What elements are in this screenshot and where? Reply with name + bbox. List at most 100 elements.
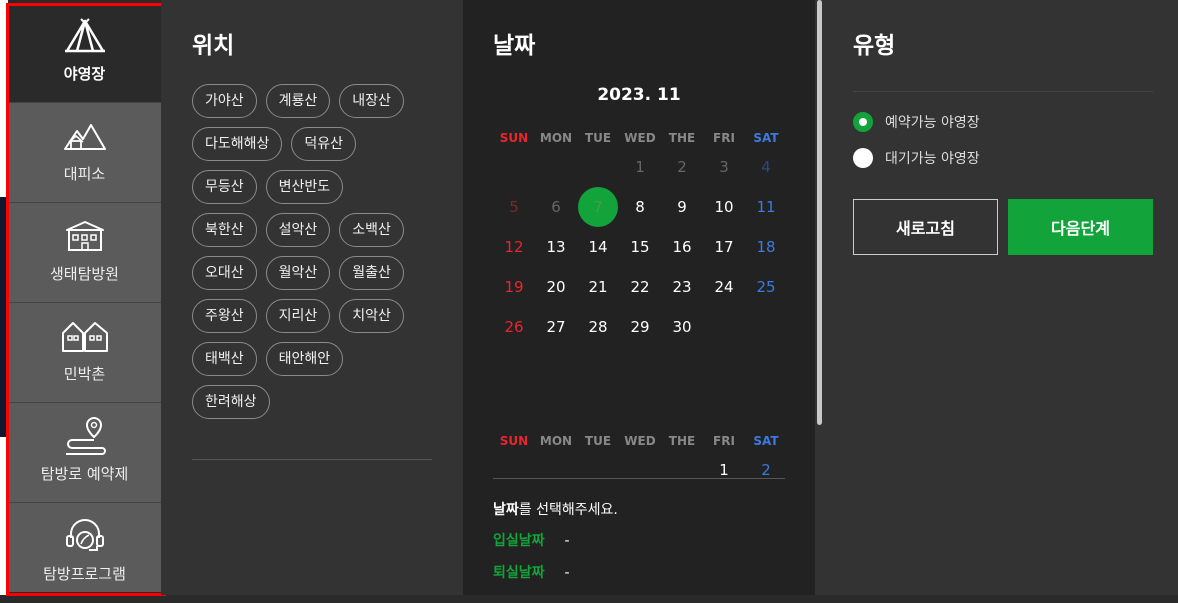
sidebar-item-label: 탐방프로그램 xyxy=(43,565,126,583)
location-tag[interactable]: 지리산 xyxy=(265,299,331,333)
calendar-day[interactable]: 12 xyxy=(493,227,535,267)
calendar-week-row: 5 6 7 8 9 10 11 xyxy=(493,187,787,227)
calendar-day[interactable]: 15 xyxy=(619,227,661,267)
type-panel: 유형 예약가능 야영장 대기가능 야영장 새로고침 다음단계 xyxy=(823,0,1178,595)
calendar-day: 1 xyxy=(619,147,661,187)
calendar-day: 4 xyxy=(745,147,787,187)
location-tag[interactable]: 덕유산 xyxy=(291,127,357,161)
sidebar-item-eco-center[interactable]: 생태탐방원 xyxy=(8,203,161,303)
location-tag[interactable]: 월출산 xyxy=(339,256,404,290)
location-tag[interactable]: 월악산 xyxy=(265,256,331,290)
location-tag[interactable]: 태안해안 xyxy=(265,342,344,376)
date-scrollbar[interactable] xyxy=(815,0,823,595)
calendar-day[interactable]: 17 xyxy=(703,227,745,267)
calendar-day[interactable]: 16 xyxy=(661,227,703,267)
checkout-label: 퇴실날짜 xyxy=(493,565,545,581)
location-tag-row: 무등산 변산반도 xyxy=(192,170,442,204)
calendar-day[interactable]: 19 xyxy=(493,267,535,307)
radio-waitlist-campground[interactable]: 대기가능 야영장 xyxy=(853,148,980,168)
location-tag[interactable]: 내장산 xyxy=(339,84,404,118)
calendar-day[interactable]: 14 xyxy=(577,227,619,267)
calendar-day[interactable]: 24 xyxy=(703,267,745,307)
location-tag[interactable]: 다도해해상 xyxy=(192,127,283,161)
refresh-button[interactable]: 새로고침 xyxy=(853,199,998,255)
sidebar-item-shelter[interactable]: 대피소 xyxy=(8,103,161,203)
radio-reservable-campground[interactable]: 예약가능 야영장 xyxy=(853,112,980,132)
calendar-empty-cell xyxy=(661,450,703,478)
calendar-day[interactable]: 20 xyxy=(535,267,577,307)
location-tag[interactable]: 무등산 xyxy=(192,170,257,204)
calendar-day[interactable]: 23 xyxy=(661,267,703,307)
location-tag[interactable]: 소백산 xyxy=(339,213,404,247)
calendar-day[interactable]: 26 xyxy=(493,307,535,347)
sidebar-item-trail-reservation[interactable]: 탐방로 예약제 xyxy=(8,403,161,503)
date-title: 날짜 xyxy=(493,33,536,59)
calendar-day[interactable]: 7 xyxy=(577,187,619,227)
weekday-label: SUN xyxy=(499,434,529,448)
location-tag-list: 가야산 계룡산 내장산 다도해해상 덕유산 무등산 변산반도 북한산 설악산 소백산 오대산 월악산 월… xyxy=(192,84,442,428)
calendar-day-number: 16 xyxy=(672,238,692,256)
scrollbar-thumb[interactable] xyxy=(817,0,822,425)
location-tag[interactable]: 북한산 xyxy=(192,213,257,247)
date-prompt-rest: 를 선택해주세요. xyxy=(518,502,618,518)
calendar-day-number: 19 xyxy=(504,278,524,296)
weekday-label: TUE xyxy=(584,131,612,145)
sidebar-item-campground[interactable]: 야영장 xyxy=(8,3,161,103)
calendar-day-number: 30 xyxy=(672,318,692,336)
left-edge xyxy=(0,0,8,595)
calendar-week-row: 1 2 3 4 xyxy=(493,147,787,187)
calendar-day[interactable]: 13 xyxy=(535,227,577,267)
calendar-empty-cell xyxy=(703,307,745,347)
location-tag[interactable]: 태백산 xyxy=(192,342,257,376)
calendar-month-label: 2023. 11 xyxy=(597,85,681,105)
calendar-day[interactable]: 28 xyxy=(577,307,619,347)
calendar-day[interactable]: 27 xyxy=(535,307,577,347)
calendar-day[interactable]: 25 xyxy=(745,267,787,307)
calendar-divider xyxy=(493,478,785,479)
calendar-day[interactable]: 30 xyxy=(661,307,703,347)
sidebar-item-label: 생태탐방원 xyxy=(49,265,119,283)
location-tag[interactable]: 오대산 xyxy=(192,256,257,290)
weekday-label: WED xyxy=(624,131,656,145)
location-tag[interactable]: 설악산 xyxy=(265,213,331,247)
weekday-label: THE xyxy=(668,131,696,145)
calendar-day[interactable]: 10 xyxy=(703,187,745,227)
radio-unchecked-icon xyxy=(853,148,873,168)
weekday-label: THE xyxy=(668,434,696,448)
calendar-day[interactable]: 11 xyxy=(745,187,787,227)
calendar-day[interactable]: 22 xyxy=(619,267,661,307)
location-tag[interactable]: 가야산 xyxy=(192,84,257,118)
houses-icon xyxy=(61,315,109,357)
location-tag-row: 가야산 계룡산 내장산 xyxy=(192,84,442,118)
calendar-day[interactable]: 18 xyxy=(745,227,787,267)
location-tag-row: 다도해해상 덕유산 xyxy=(192,127,442,161)
sidebar-item-trail-program[interactable]: 탐방프로그램 xyxy=(8,503,161,603)
sidebar-item-guesthouse-village[interactable]: 민박촌 xyxy=(8,303,161,403)
radio-label: 예약가능 야영장 xyxy=(885,115,980,131)
next-step-button[interactable]: 다음단계 xyxy=(1008,199,1153,255)
calendar-empty-cell xyxy=(493,450,535,478)
calendar-day-number: 9 xyxy=(677,198,687,216)
calendar-day-number: 21 xyxy=(588,278,608,296)
calendar-week-row: 12 xyxy=(493,450,787,478)
calendar-empty-cell xyxy=(535,147,577,187)
location-tag[interactable]: 한려해상 xyxy=(192,385,270,419)
calendar-day[interactable]: 9 xyxy=(661,187,703,227)
location-tag-row: 한려해상 xyxy=(192,385,442,419)
location-tag[interactable]: 주왕산 xyxy=(192,299,257,333)
calendar-day[interactable]: 2 xyxy=(745,450,787,478)
calendar-day[interactable]: 1 xyxy=(703,450,745,478)
calendar-day[interactable]: 21 xyxy=(577,267,619,307)
checkin-value: - xyxy=(564,533,570,549)
calendar-day[interactable]: 29 xyxy=(619,307,661,347)
calendar-day[interactable]: 8 xyxy=(619,187,661,227)
calendar-empty-cell xyxy=(745,307,787,347)
calendar-day-number: 11 xyxy=(756,198,776,216)
location-tag[interactable]: 변산반도 xyxy=(265,170,344,204)
calendar-grid: 1 2 3 4 5 6 7 8 9 10 11 12 13 14 15 16 17 18 19 20 21 22 23 24 2… xyxy=(493,147,787,347)
calendar-empty-cell xyxy=(577,147,619,187)
location-tag[interactable]: 계룡산 xyxy=(265,84,331,118)
location-tag[interactable]: 치악산 xyxy=(339,299,404,333)
radio-label: 대기가능 야영장 xyxy=(885,151,980,167)
calendar-december-clip: 2023. 12SUNMONTUEWEDTHEFRISAT12 xyxy=(463,430,815,478)
